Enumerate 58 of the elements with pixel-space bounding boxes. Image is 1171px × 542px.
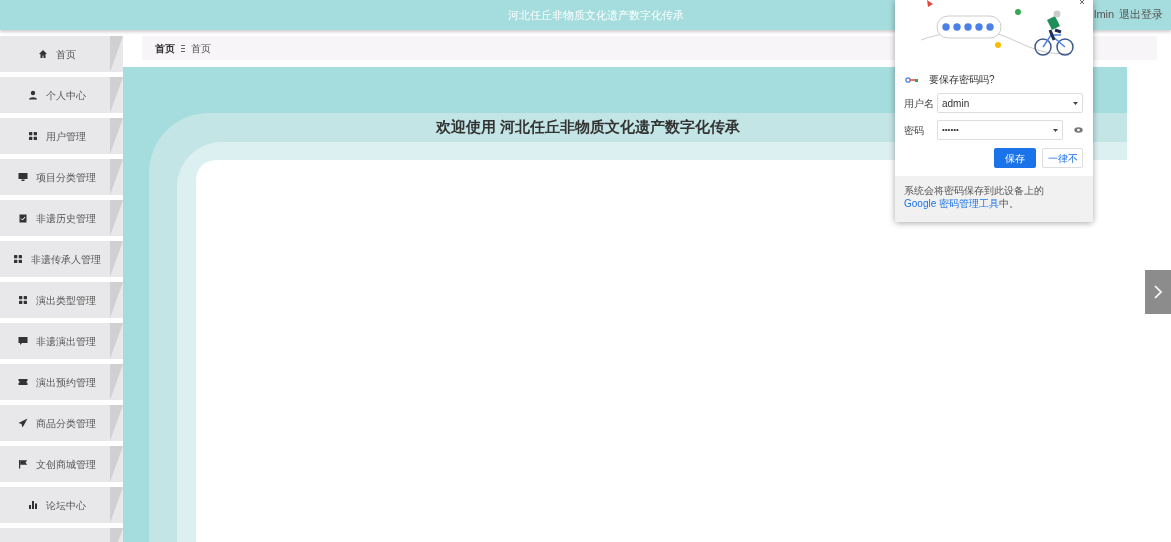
- chat-icon: [17, 336, 28, 346]
- sidebar-item[interactable]: 项目分类管理: [0, 159, 123, 195]
- corner-fold: [110, 159, 123, 195]
- field-label: 用户名: [904, 96, 935, 111]
- corner-fold: [110, 364, 123, 400]
- sidebar-item[interactable]: 首页: [0, 36, 123, 72]
- key-icon: [905, 76, 919, 83]
- clipboard-icon: [17, 213, 28, 223]
- corner-fold: [110, 77, 123, 113]
- home-icon: [37, 49, 48, 59]
- sidebar-item[interactable]: 非遗传承人管理: [0, 241, 123, 277]
- user-icon: [27, 90, 38, 100]
- logout-link[interactable]: 退出登录: [1119, 6, 1163, 23]
- dropdown-icon: [1073, 101, 1078, 105]
- separator-icon: [181, 44, 185, 52]
- dialog-question: 要保存密码吗?: [929, 73, 995, 87]
- corner-fold: [110, 446, 123, 482]
- monitor-icon: [17, 172, 28, 182]
- breadcrumb-item[interactable]: 首页: [155, 40, 175, 56]
- username-text: lmin: [1094, 7, 1115, 22]
- field-label: 密码: [904, 123, 925, 138]
- corner-fold: [110, 241, 123, 277]
- sidebar-item[interactable]: 非遗演出管理: [0, 323, 123, 359]
- breadcrumb-item[interactable]: 首页: [191, 40, 211, 56]
- close-icon[interactable]: [1080, 0, 1086, 4]
- app-title: 河北任丘非物质文化遗产数字化传承: [508, 8, 684, 23]
- never-button[interactable]: 一律不: [1042, 148, 1083, 168]
- grid-icon: [27, 131, 38, 141]
- sidebar-item[interactable]: 演出类型管理: [0, 282, 123, 318]
- ticket-icon: [17, 377, 28, 387]
- password-manager-link[interactable]: Google 密码管理工具: [904, 198, 1000, 209]
- sidebar-item[interactable]: 个人中心: [0, 77, 123, 113]
- password-field[interactable]: ••••••: [937, 120, 1063, 140]
- footer-text: 系统会将密码保存到此设备上的 Google 密码管理工具中。: [904, 184, 1045, 210]
- corner-fold: [110, 36, 123, 72]
- sidebar-item[interactable]: 用户管理: [0, 118, 123, 154]
- eye-icon[interactable]: [1074, 127, 1083, 133]
- grid-icon: [12, 254, 23, 264]
- grid-icon: [17, 295, 28, 305]
- username-field[interactable]: admin: [937, 93, 1083, 113]
- corner-fold: [110, 405, 123, 441]
- sidebar-item[interactable]: 演出预约管理: [0, 364, 123, 400]
- save-button[interactable]: 保存: [994, 148, 1036, 168]
- corner-fold: [110, 118, 123, 154]
- corner-fold: [110, 323, 123, 359]
- flag-icon: [17, 459, 28, 469]
- welcome-heading: 欢迎使用 河北任丘非物质文化遗产数字化传承: [435, 117, 741, 138]
- chevron-right-icon: [1154, 285, 1162, 299]
- sidebar-item[interactable]: 文创商城管理: [0, 446, 123, 482]
- sidebar-item[interactable]: 论坛中心: [0, 487, 123, 523]
- bar-chart-icon: [27, 500, 38, 510]
- dropdown-icon: [1053, 128, 1058, 132]
- corner-fold: [110, 282, 123, 318]
- corner-fold: [110, 200, 123, 236]
- corner-fold: [110, 487, 123, 523]
- send-icon: [17, 418, 28, 428]
- sidebar-item[interactable]: 非遗历史管理: [0, 200, 123, 236]
- sidebar-item[interactable]: 商品分类管理: [0, 405, 123, 441]
